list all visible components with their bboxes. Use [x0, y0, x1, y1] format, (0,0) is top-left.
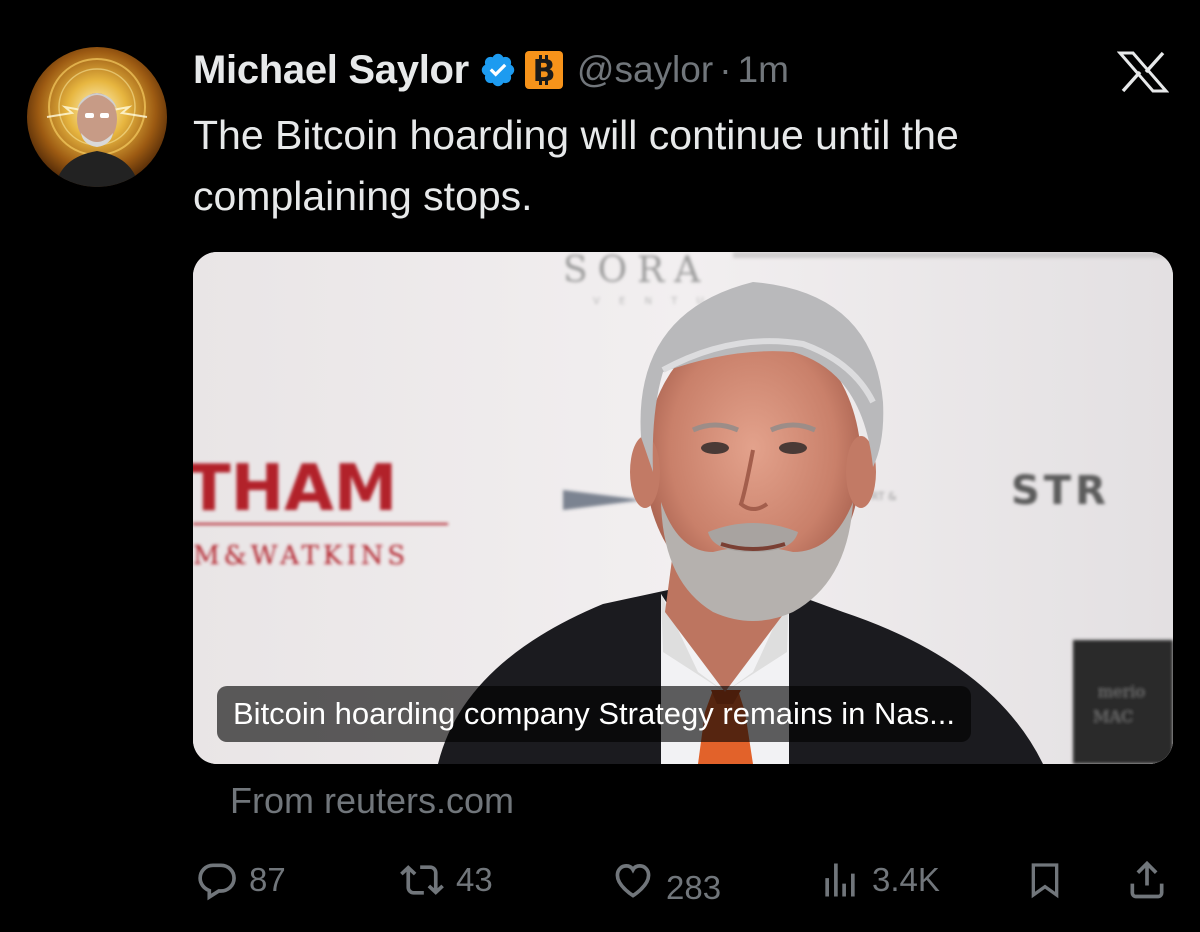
card-headline[interactable]: Bitcoin hoarding company Strategy remain…	[217, 686, 971, 742]
repost-count: 43	[456, 861, 493, 898]
bookmark-button[interactable]	[1025, 858, 1065, 902]
timestamp[interactable]: 1m	[738, 49, 789, 90]
reply-icon	[195, 858, 239, 902]
tweet-header: Michael Saylor B @saylor · 1m	[193, 40, 789, 100]
repost-button[interactable]: 43	[398, 858, 493, 902]
verified-icon[interactable]	[479, 51, 517, 89]
backdrop-text-tham: THAM	[193, 452, 397, 526]
action-bar: 87 43 283 3.4K	[0, 850, 1200, 910]
backdrop-text-sora: SORA	[563, 252, 710, 291]
like-count: 283	[666, 869, 722, 906]
views-icon	[818, 858, 862, 902]
like-button[interactable]: 283	[610, 858, 721, 906]
svg-text:MAC: MAC	[1093, 707, 1133, 726]
card-source[interactable]: From reuters.com	[230, 780, 514, 822]
display-name[interactable]: Michael Saylor	[193, 48, 469, 93]
tweet-text: The Bitcoin hoarding will continue until…	[193, 112, 959, 219]
x-logo-icon	[1116, 51, 1170, 93]
backdrop-text-watkins: M&WATKINS	[193, 541, 409, 571]
svg-text:B: B	[532, 54, 555, 86]
separator: ·	[719, 49, 732, 90]
bookmark-icon	[1025, 858, 1065, 902]
share-button[interactable]	[1125, 858, 1169, 902]
link-card[interactable]: SORA V E N T U THAM M&WATKINS STR RT & m…	[193, 252, 1173, 764]
handle[interactable]: @saylor · 1m	[577, 49, 789, 91]
repost-icon	[398, 858, 446, 902]
bitcoin-badge-icon: B	[524, 51, 563, 89]
reply-count: 87	[249, 861, 286, 898]
avatar[interactable]	[27, 47, 167, 187]
share-icon	[1125, 858, 1169, 902]
reply-button[interactable]: 87	[195, 858, 286, 902]
views-button[interactable]: 3.4K	[818, 858, 940, 902]
svg-text:RT &: RT &	[871, 490, 897, 503]
like-icon	[610, 858, 656, 902]
svg-text:V E N T U: V E N T U	[593, 296, 712, 307]
svg-text:merio: merio	[1098, 682, 1145, 701]
views-count: 3.4K	[872, 861, 940, 898]
tweet: Michael Saylor B @saylor · 1m The Bitcoi…	[0, 0, 1200, 932]
backdrop-text-str: STR	[1011, 468, 1110, 514]
